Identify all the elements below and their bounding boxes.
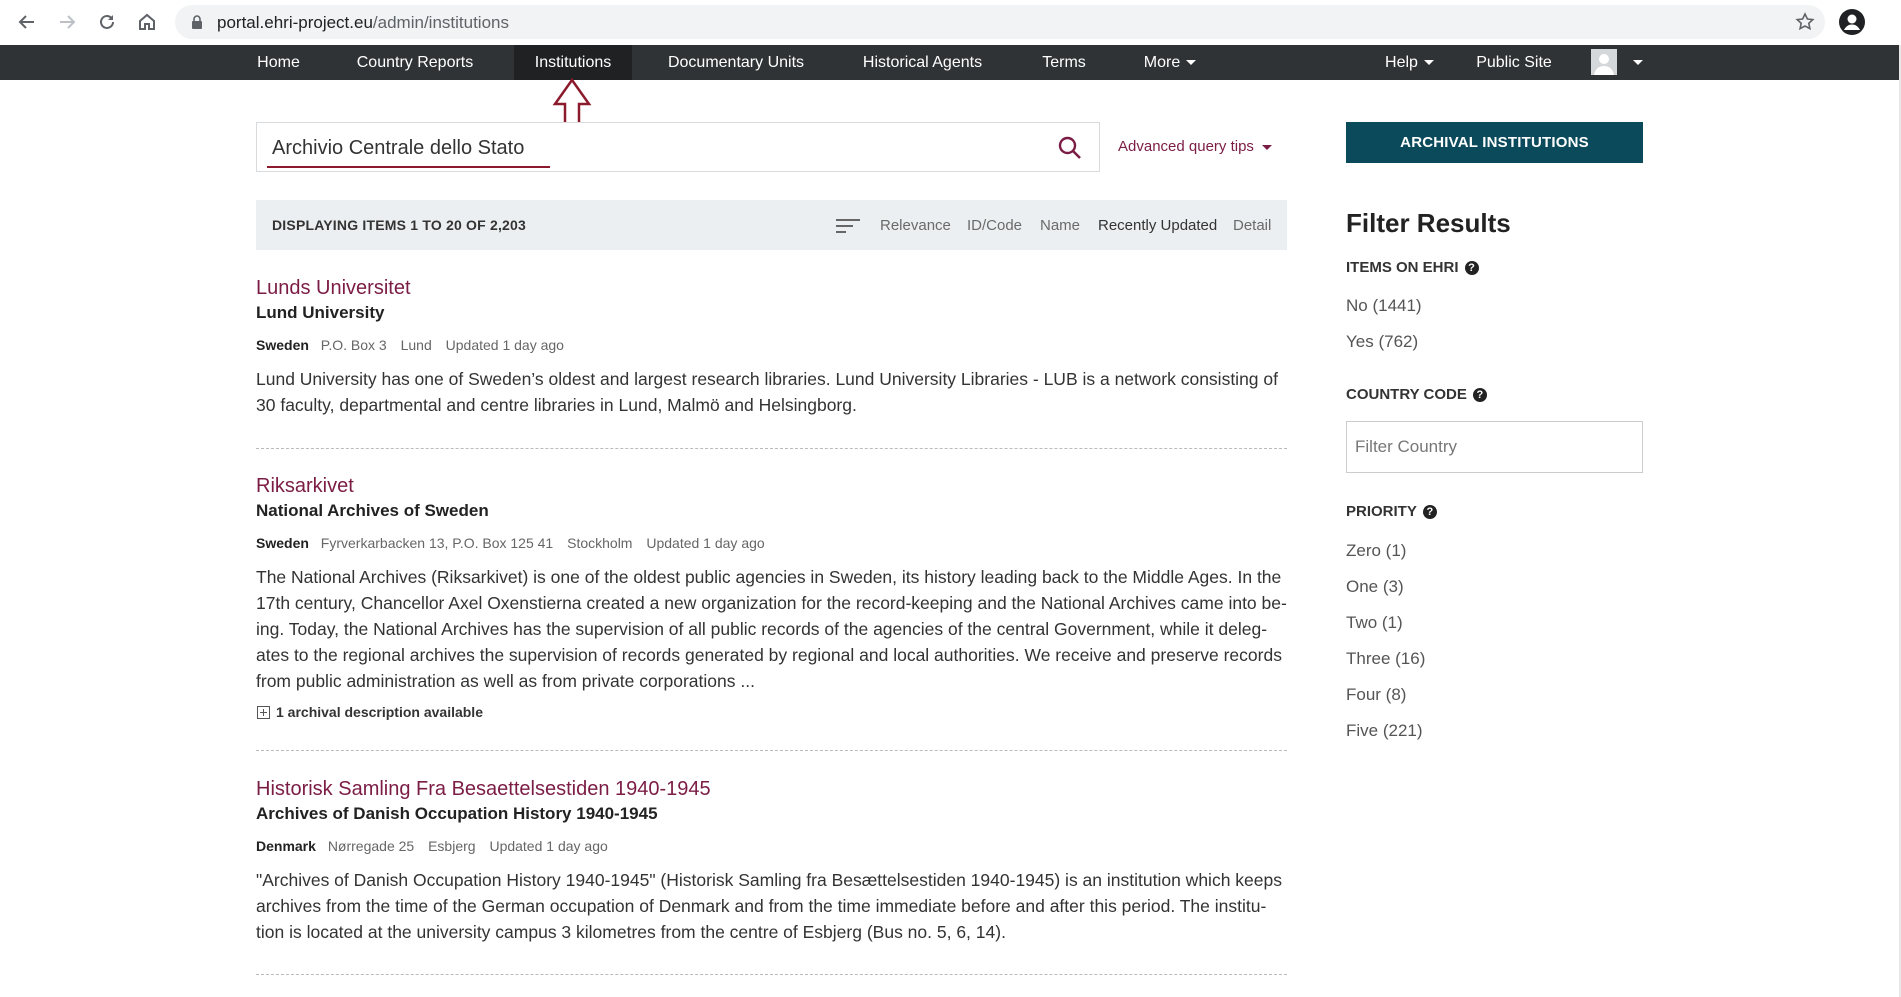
expand-plus-icon [257,705,270,719]
help-question-icon[interactable]: ? [1472,387,1487,402]
result-subtitle: National Archives of Sweden [256,501,489,520]
reload-icon[interactable] [94,9,120,35]
chevron-down-icon [1186,60,1197,66]
result-updated: Updated 1 day ago [646,535,765,551]
nav-historical-agents[interactable]: Historical Agents [845,45,1000,80]
facet-option[interactable]: Five (221) [1346,721,1423,741]
result-subtitle: Lund University [256,303,385,322]
user-menu-caret[interactable] [1625,45,1645,80]
result-description: "Archives of Danish Occupation History 1… [256,870,1282,942]
result-item: Lunds Universitet Lund University Sweden… [256,276,1287,418]
facet-option[interactable]: Zero (1) [1346,541,1406,561]
result-country: Sweden [256,337,309,353]
advanced-query-tips[interactable]: Advanced query tips [1118,138,1272,155]
result-updated: Updated 1 day ago [445,337,564,353]
result-address: Fyrverkarbacken 13, P.O. Box 125 41 [320,535,554,551]
result-description: Lund University has one of Sweden’s olde… [256,369,1278,415]
sort-name[interactable]: Name [1040,217,1080,234]
archival-description-toggle[interactable]: 1 archival description available [256,704,1287,720]
result-divider [256,750,1287,751]
search-box [256,122,1100,172]
bookmark-star-icon[interactable] [1795,12,1815,37]
nav-help-dropdown[interactable]: Help [1372,45,1447,80]
facet-option[interactable]: No (1441) [1346,296,1422,316]
filter-results-heading: Filter Results [1346,208,1511,238]
help-question-icon[interactable]: ? [1464,260,1479,275]
result-description: The National Archives (Riksarkivet) is o… [256,567,1287,691]
facet-option[interactable]: One (3) [1346,577,1404,597]
back-arrow-icon[interactable] [14,9,40,35]
result-city: Lund [400,337,432,353]
chevron-down-icon [1423,60,1434,66]
result-meta: Sweden P.O. Box 3 Lund Updated 1 day ago [256,336,1287,354]
archival-institutions-button[interactable]: ARCHIVAL INSTITUTIONS [1346,122,1643,163]
facet-option[interactable]: Four (8) [1346,685,1406,705]
result-address: Nørregade 25 [327,838,415,854]
nav-country-reports[interactable]: Country Reports [340,45,490,80]
facet-option[interactable]: Yes (762) [1346,332,1418,352]
nav-documentary-units[interactable]: Documentary Units [652,45,820,80]
lock-icon [191,15,203,34]
facet-option[interactable]: Two (1) [1346,613,1403,633]
sort-relevance[interactable]: Relevance [880,217,951,234]
nav-terms[interactable]: Terms [1030,45,1098,80]
forward-arrow-icon[interactable] [54,9,80,35]
facet-heading-label: COUNTRY CODE [1346,386,1467,403]
result-item: Riksarkivet National Archives of Sweden … [256,474,1287,720]
result-title-link[interactable]: Historisk Samling Fra Besaettelsestiden … [256,777,1287,801]
help-question-icon[interactable]: ? [1422,504,1437,519]
facet-country-code-heading: COUNTRY CODE ? [1346,386,1487,403]
nav-more-dropdown[interactable]: More [1130,45,1210,80]
result-country: Denmark [256,838,316,854]
sort-icon [836,217,860,240]
result-meta: Sweden Fyrverkarbacken 13, P.O. Box 125 … [256,534,1287,552]
chevron-down-icon [1633,60,1643,66]
result-city: Esbjerg [428,838,476,854]
facet-items-on-ehri-heading: ITEMS ON EHRI ? [1346,259,1479,276]
nav-more-label: More [1143,54,1181,71]
results-header: DISPLAYING ITEMS 1 TO 20 OF 2,203 Releva… [256,200,1287,250]
nav-home[interactable]: Home [241,45,316,80]
address-bar[interactable]: portal.ehri-project.eu/admin/institution… [175,5,1825,39]
search-icon[interactable] [1057,135,1083,161]
result-divider [256,974,1287,975]
result-updated: Updated 1 day ago [489,838,608,854]
filter-country-input[interactable] [1346,421,1643,473]
home-icon[interactable] [134,9,160,35]
facet-heading-label: ITEMS ON EHRI [1346,259,1459,276]
facet-option[interactable]: Three (16) [1346,649,1425,669]
results-count: DISPLAYING ITEMS 1 TO 20 OF 2,203 [272,217,527,233]
result-address: P.O. Box 3 [320,337,387,353]
result-title-link[interactable]: Lunds Universitet [256,276,1287,300]
result-title-link[interactable]: Riksarkivet [256,474,1287,498]
nav-public-site[interactable]: Public Site [1465,45,1563,80]
result-meta: Denmark Nørregade 25 Esbjerg Updated 1 d… [256,837,1287,855]
url-text: portal.ehri-project.eu/admin/institution… [217,13,509,32]
sort-detail[interactable]: Detail [1233,217,1271,234]
search-highlight-underline [267,166,550,168]
chevron-down-icon [1261,144,1272,150]
archival-description-label: 1 archival description available [276,704,483,720]
result-city: Stockholm [567,535,633,551]
sort-recently-updated[interactable]: Recently Updated [1098,217,1217,234]
avatar[interactable] [1591,49,1617,75]
result-divider [256,448,1287,449]
sort-id-code[interactable]: ID/Code [967,217,1022,234]
search-input[interactable] [272,135,1012,161]
result-item: Historisk Samling Fra Besaettelsestiden … [256,777,1287,945]
facet-priority-heading: PRIORITY ? [1346,503,1437,520]
result-country: Sweden [256,535,309,551]
browser-toolbar: portal.ehri-project.eu/admin/institution… [0,0,1901,45]
result-subtitle: Archives of Danish Occupation History 19… [256,804,658,823]
advanced-query-tips-label: Advanced query tips [1118,138,1254,155]
browser-profile-icon[interactable] [1838,8,1866,36]
facet-heading-label: PRIORITY [1346,503,1417,520]
nav-help-label: Help [1385,54,1418,71]
nav-institutions[interactable]: Institutions [514,45,632,80]
